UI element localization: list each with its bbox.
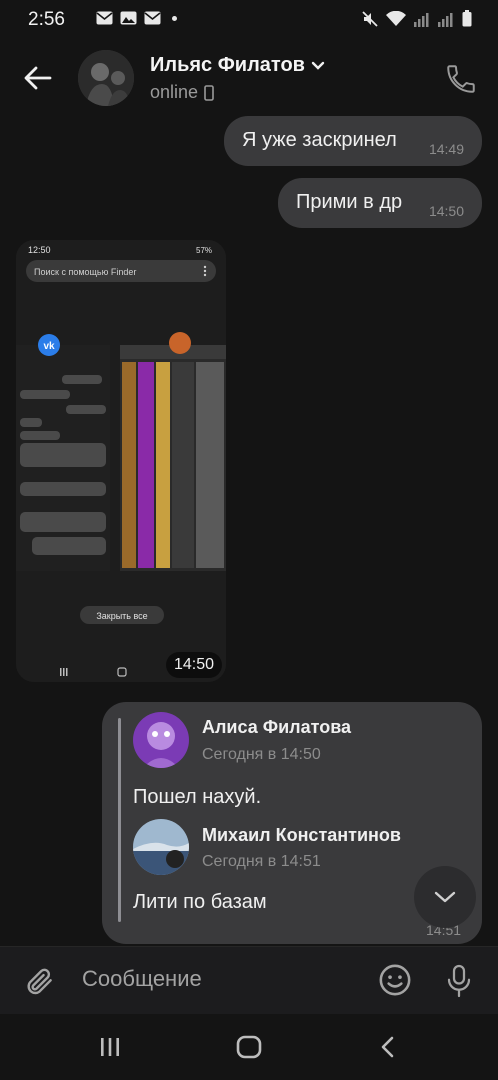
system-navigation-bar [0, 1014, 498, 1080]
mail-check-icon [144, 11, 161, 25]
phone-icon [447, 65, 475, 93]
emoji-icon[interactable] [378, 963, 412, 997]
status-bar: 2:56 [0, 0, 498, 40]
contact-status: online [150, 82, 199, 102]
scroll-down-button[interactable] [414, 866, 476, 928]
message-composer [0, 946, 498, 1015]
svg-text:Закрыть все: Закрыть все [96, 611, 147, 621]
svg-text:12:50: 12:50 [28, 245, 51, 255]
signal-2-icon [438, 12, 453, 27]
avatar-photo [133, 819, 189, 875]
back-nav-icon[interactable] [378, 1035, 398, 1059]
screenshot-image: vk Закрыть все 12:50 57% Поиск с помощью… [16, 240, 226, 682]
chat-header: Ильяс Филатов online [0, 40, 498, 116]
back-button[interactable] [20, 60, 56, 96]
contact-status-row: online [150, 82, 214, 103]
author-name: Михаил Константинов [202, 825, 401, 845]
author-name: Алиса Филатова [202, 717, 352, 737]
chevron-down-icon [434, 891, 456, 903]
message-input[interactable] [80, 965, 364, 993]
message-text: Я уже заскринел [242, 129, 397, 151]
message-bubble[interactable]: Прими в др 14:50 [278, 178, 482, 228]
chevron-down-icon [311, 61, 325, 70]
call-button[interactable] [444, 62, 478, 96]
dot-icon [172, 15, 177, 21]
mobile-icon [204, 84, 214, 101]
contact-avatar[interactable] [78, 50, 134, 106]
wifi-icon [386, 10, 406, 26]
forwarded-text: Пошел нахуй. [133, 786, 262, 808]
svg-text:Поиск с помощью Finder: Поиск с помощью Finder [34, 267, 136, 277]
avatar-photo [78, 50, 134, 106]
mute-icon [362, 10, 378, 27]
image-icon [120, 11, 137, 25]
forward-date: Сегодня в 14:50 [202, 746, 321, 763]
forward-date: Сегодня в 14:51 [202, 853, 321, 870]
forward-quote-bar [118, 718, 121, 922]
contact-name: Ильяс Филатов [150, 54, 305, 76]
photo-message[interactable]: vk Закрыть все 12:50 57% Поиск с помощью… [16, 240, 226, 682]
paperclip-icon[interactable] [24, 963, 56, 999]
status-time: 2:56 [28, 9, 65, 30]
microphone-icon[interactable] [444, 963, 474, 999]
arrow-left-icon [24, 66, 52, 90]
battery-icon [462, 10, 472, 27]
message-time: 14:50 [428, 203, 464, 219]
home-icon[interactable] [236, 1035, 262, 1059]
avatar-photo [133, 712, 189, 768]
recent-apps-icon[interactable] [98, 1035, 122, 1059]
signal-icon [414, 12, 429, 27]
message-text: Прими в др [296, 191, 403, 213]
author-avatar[interactable] [133, 712, 189, 768]
system-icons [362, 10, 472, 27]
message-bubble[interactable]: Я уже заскринел 14:49 [224, 116, 482, 166]
contact-name-row[interactable]: Ильяс Филатов [150, 54, 325, 77]
message-time: 14:49 [428, 141, 464, 157]
notification-icons [96, 11, 177, 25]
photo-time: 14:50 [166, 652, 222, 678]
svg-text:vk: vk [43, 341, 55, 352]
author-avatar[interactable] [133, 819, 189, 875]
forwarded-text: Лити по базам [133, 891, 267, 913]
mail-icon [96, 11, 113, 25]
svg-text:57%: 57% [196, 246, 212, 255]
